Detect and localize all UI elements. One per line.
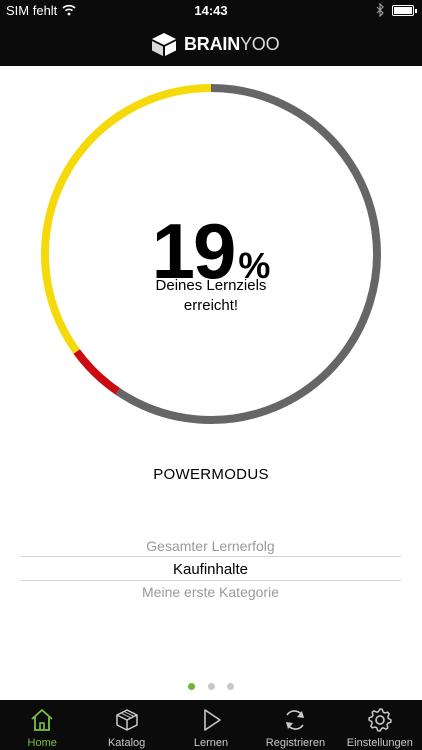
page-dot[interactable] [207,683,215,690]
tab-einstellungen[interactable]: Einstellungen [338,700,422,750]
page-dot[interactable] [188,683,196,690]
brainyoo-logo: BRAINYOO [150,31,280,57]
picker-option[interactable]: Gesamter Lernerfolg [20,538,401,554]
tab-bar: Home Katalog Lernen Registrieren Einstel… [0,700,422,750]
brand-bold: BRAIN [184,33,240,54]
tab-label: Registrieren [265,737,326,749]
sync-icon [286,710,305,730]
bluetooth-icon [376,3,384,17]
catalog-box-icon [115,709,138,731]
progress-caption: Deines Lernziels erreicht! [0,276,422,316]
tab-home[interactable]: Home [0,700,84,750]
tab-label: Home [27,737,57,749]
page-dot[interactable] [226,683,234,690]
tab-label: Katalog [107,737,146,749]
ring-segment-rot [73,349,120,395]
progress-gauge: 19% Deines Lernziels erreicht! [0,66,422,446]
tab-label: Lernen [193,737,229,749]
caption-line-2: erreicht! [183,297,239,314]
app-header: BRAINYOO [0,22,422,66]
home-icon [31,709,53,731]
caption-line-1: Deines Lernziels [155,277,267,294]
tab-registrieren[interactable]: Registrieren [253,700,337,750]
picker-option-selected[interactable]: Kaufinhalte [20,561,401,578]
category-picker[interactable]: Gesamter Lernerfolg Kaufinhalte Meine er… [20,535,401,615]
tab-label: Einstellungen [346,737,413,749]
tab-lernen[interactable]: Lernen [169,700,253,750]
play-icon [204,709,221,731]
brand-light: YOO [240,33,280,54]
page-indicator[interactable] [0,677,422,695]
status-bar: SIM fehlt 14:43 [0,0,422,22]
tab-katalog[interactable]: Katalog [84,700,168,750]
mode-label: POWERMODUS [153,466,269,483]
logo-cube-icon [152,33,176,56]
gear-icon [368,708,392,732]
status-time: 14:43 [194,3,228,18]
picker-option[interactable]: Meine erste Kategorie [20,584,401,600]
battery-icon [392,5,417,16]
